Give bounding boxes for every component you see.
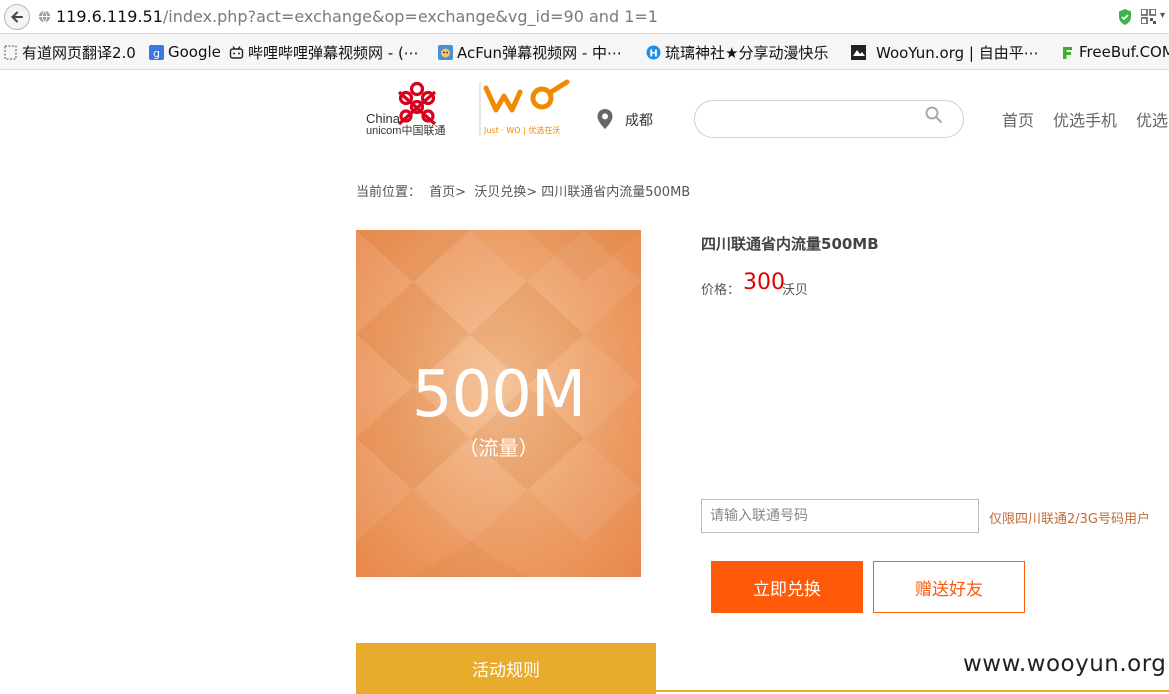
url-host: 119.6.119.51 bbox=[56, 7, 163, 26]
breadcrumb-current: 四川联通省内流量500MB bbox=[541, 185, 691, 200]
bookmark-acfun[interactable]: AcFun弹幕视频网 - 中⋯ bbox=[438, 42, 622, 62]
url-path: /index.php?act=exchange&op=exchange&vg_i… bbox=[162, 7, 658, 26]
price-value: 300 bbox=[743, 270, 785, 295]
freebuf-icon bbox=[1060, 45, 1075, 60]
breadcrumb-home[interactable]: 首页> bbox=[429, 185, 466, 200]
nav-phones[interactable]: 优选手机 bbox=[1053, 107, 1117, 131]
qr-code-icon[interactable] bbox=[1141, 9, 1156, 24]
product-image: 500M （流量） bbox=[356, 230, 641, 577]
bookmark-freebuf[interactable]: FreeBuf.COM bbox=[1060, 42, 1169, 62]
product-image-caption: （流量） bbox=[458, 436, 539, 460]
chevron-down-icon[interactable]: ▾ bbox=[1160, 10, 1165, 21]
browser-url-bar: 119.6.119.51/index.php?act=exchange&op=e… bbox=[0, 0, 1169, 34]
unicom-logo[interactable]: China unicom中国联通 Just · WO | 优选在沃 bbox=[362, 78, 572, 140]
acfun-icon bbox=[438, 44, 453, 60]
breadcrumb-exchange[interactable]: 沃贝兑换> bbox=[474, 185, 537, 200]
bookmark-label: AcFun弹幕视频网 - 中⋯ bbox=[457, 43, 623, 62]
bilibili-icon bbox=[229, 45, 244, 60]
phone-hint: 仅限四川联通2/3G号码用户 bbox=[989, 512, 1150, 527]
svg-text:g: g bbox=[153, 47, 160, 60]
location-pin-icon bbox=[597, 109, 613, 129]
back-button[interactable] bbox=[4, 4, 30, 30]
tab-activity-rules[interactable]: 活动规则 bbox=[356, 643, 656, 694]
price-label: 价格： bbox=[701, 283, 741, 298]
bookmark-wooyun[interactable]: WooYun.org | 自由平⋯ bbox=[851, 42, 1039, 62]
bookmark-label: Google bbox=[168, 43, 221, 61]
shield-icon[interactable] bbox=[1117, 8, 1133, 26]
logo-text-slogan: Just · WO | 优选在沃 bbox=[483, 125, 560, 135]
breadcrumb-label: 当前位置： bbox=[356, 185, 422, 200]
bookmark-label: 琉璃神社★分享动漫快乐 bbox=[665, 43, 829, 62]
breadcrumb: 当前位置： 首页> 沃贝兑换> 四川联通省内流量500MB bbox=[356, 181, 690, 200]
nav-more[interactable]: 优选 bbox=[1136, 107, 1168, 131]
bookmark-hacg[interactable]: H 琉璃神社★分享动漫快乐 bbox=[646, 42, 828, 62]
bookmark-label: 有道网页翻译2.0 bbox=[22, 43, 136, 62]
dashed-box-icon bbox=[3, 45, 18, 60]
price-unit: 沃贝 bbox=[782, 283, 809, 298]
svg-text:H: H bbox=[649, 48, 657, 59]
logo-text-china: China bbox=[366, 111, 401, 126]
gift-friend-button[interactable]: 赠送好友 bbox=[873, 561, 1025, 613]
google-icon: g bbox=[149, 44, 164, 60]
phone-number-input[interactable] bbox=[701, 499, 979, 533]
product-image-amount: 500M bbox=[411, 358, 586, 432]
hacg-icon: H bbox=[646, 45, 661, 60]
logo-text-unicom: unicom中国联通 bbox=[366, 124, 445, 137]
location-city[interactable]: 成都 bbox=[625, 110, 653, 130]
arrow-left-icon bbox=[11, 11, 23, 23]
bookmark-label: WooYun.org | 自由平⋯ bbox=[876, 43, 1039, 62]
product-title: 四川联通省内流量500MB bbox=[701, 235, 879, 253]
bookmark-bilibili[interactable]: 哔哩哔哩弹幕视频网 - (⋯ bbox=[229, 42, 419, 62]
bookmark-label: 哔哩哔哩弹幕视频网 - (⋯ bbox=[248, 43, 419, 62]
search-icon[interactable] bbox=[924, 105, 944, 125]
bookmarks-bar: 有道网页翻译2.0 g Google 哔哩哔哩弹幕视频网 - (⋯ AcFun弹… bbox=[0, 34, 1169, 70]
exchange-now-button[interactable]: 立即兑换 bbox=[711, 561, 863, 613]
bookmark-youdao[interactable]: 有道网页翻译2.0 bbox=[3, 42, 136, 62]
globe-icon bbox=[38, 10, 51, 23]
bookmark-google[interactable]: g Google bbox=[149, 42, 221, 62]
wooyun-watermark: www.wooyun.org bbox=[963, 651, 1167, 677]
bookmark-label: FreeBuf.COM bbox=[1079, 43, 1169, 61]
nav-home[interactable]: 首页 bbox=[1002, 107, 1034, 131]
tab-underline bbox=[656, 690, 1169, 692]
wooyun-icon bbox=[851, 44, 866, 60]
address-field[interactable]: 119.6.119.51/index.php?act=exchange&op=e… bbox=[56, 7, 658, 26]
